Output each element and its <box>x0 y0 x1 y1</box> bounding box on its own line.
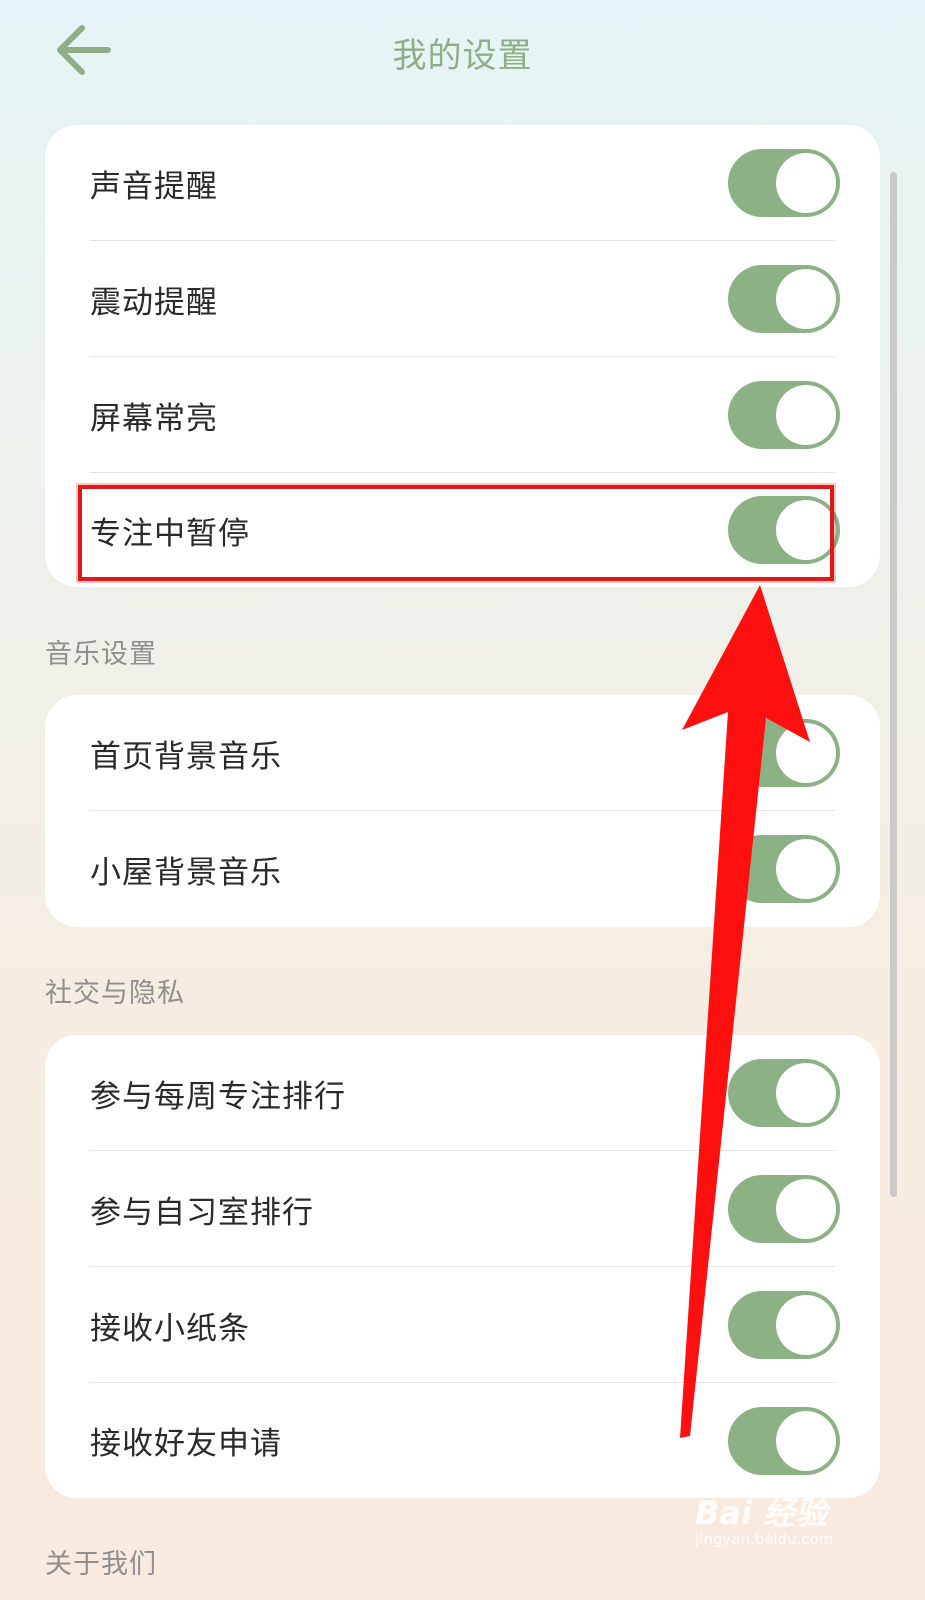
watermark-main: Bai 经验 <box>695 1494 828 1532</box>
annotation-arrow-icon <box>680 585 810 1438</box>
baidu-jingyan-watermark: Bai 经验 jingyan.baidu.com <box>695 1488 875 1558</box>
watermark-sub: jingyan.baidu.com <box>695 1530 834 1548</box>
